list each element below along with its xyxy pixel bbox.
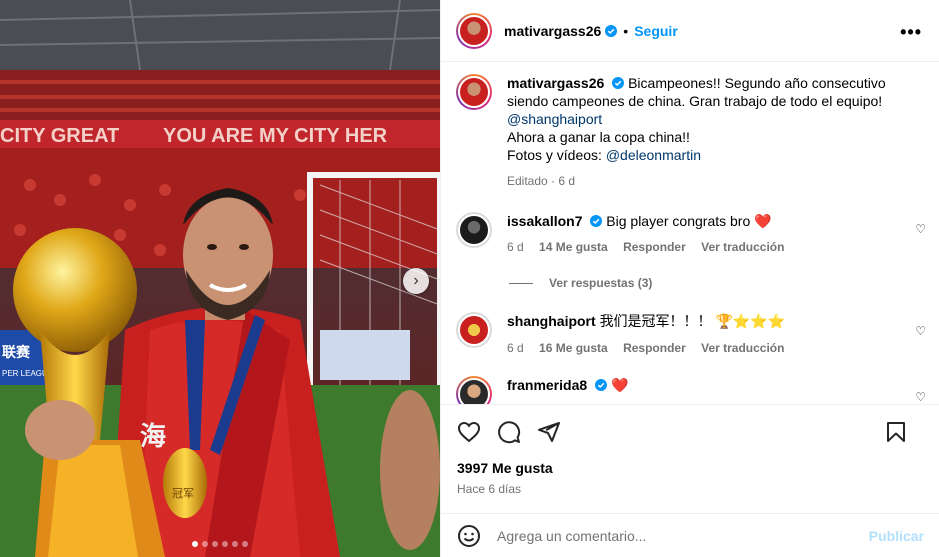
comment-username[interactable]: issakallon7 (507, 213, 583, 229)
next-photo-button[interactable]: › (403, 268, 429, 294)
comment-likes[interactable]: 16 Me gusta (539, 341, 608, 355)
comment-item: franmerida8 ❤️ (456, 376, 926, 404)
jersey-text: 海 (140, 422, 166, 452)
comment-item: shanghaiport 我们是冠军！！！ 🏆⭐⭐⭐ 6 d 16 Me gus… (456, 312, 926, 355)
post-header: mativargass26 • Seguir ••• (441, 0, 939, 62)
carousel-dot[interactable] (232, 541, 238, 547)
instagram-post-modal: CITY GREAT YOU ARE MY CITY HER 联赛 PER LE (0, 0, 939, 557)
commenter-avatar[interactable] (456, 212, 492, 248)
post-caption: mativargass26 Bicampeones!! Segundo año … (456, 74, 907, 190)
verified-badge-icon (595, 379, 608, 391)
verified-badge-icon (612, 77, 625, 89)
caption-username[interactable]: mativargass26 (507, 75, 604, 91)
like-comment-heart-icon[interactable]: ♡ (915, 390, 926, 404)
verified-badge-icon (590, 215, 603, 227)
header-separator: • (623, 22, 629, 39)
comment-text: Big player congrats bro (606, 213, 751, 229)
view-replies-label: Ver respuestas (3) (549, 276, 653, 290)
photo-scene: CITY GREAT YOU ARE MY CITY HER 联赛 PER LE (0, 0, 440, 557)
carousel-dot[interactable] (202, 541, 208, 547)
caption-text: mativargass26 Bicampeones!! Segundo año … (507, 74, 907, 190)
comment-username[interactable]: franmerida8 (507, 377, 587, 393)
replies-divider (509, 282, 533, 284)
banner-left-text: CITY GREAT (0, 125, 119, 147)
publish-button[interactable]: Publicar (869, 528, 924, 544)
view-replies-button[interactable]: Ver respuestas (3) (509, 276, 652, 290)
translate-button[interactable]: Ver traducción (701, 240, 784, 254)
caption-line-3-prefix: Fotos y vídeos: (507, 147, 606, 163)
post-actions-bar (441, 404, 939, 458)
comment-time: 6 d (507, 341, 524, 355)
comment-emoji: ❤️ (754, 213, 772, 229)
follow-button[interactable]: Seguir (634, 23, 678, 39)
post-photo[interactable]: CITY GREAT YOU ARE MY CITY HER 联赛 PER LE (0, 0, 440, 557)
carousel-dot[interactable] (222, 541, 228, 547)
carousel-dot[interactable] (242, 541, 248, 547)
comment-item: issakallon7 Big player congrats bro ❤️ 6… (456, 212, 926, 254)
board-text: 联赛 (2, 344, 31, 361)
commenter-avatar[interactable] (456, 312, 492, 348)
reply-button[interactable]: Responder (623, 240, 686, 254)
comment-emoji: 🏆⭐⭐⭐ (715, 313, 786, 329)
comment-time: 6 d (507, 240, 524, 254)
like-heart-icon[interactable] (457, 420, 481, 444)
carousel-dot[interactable] (212, 541, 218, 547)
likes-count[interactable]: 3997 Me gusta (457, 460, 553, 476)
comment-input[interactable] (497, 527, 857, 544)
commenter-avatar[interactable] (456, 376, 492, 404)
mention-shanghaiport[interactable]: @shanghaiport (507, 111, 602, 127)
medal-text: 冠军 (172, 487, 194, 500)
carousel-dots (0, 541, 440, 547)
share-send-icon[interactable] (537, 420, 561, 444)
carousel-dot[interactable] (192, 541, 198, 547)
mention-deleonmartin[interactable]: @deleonmartin (606, 147, 701, 163)
post-side-panel: mativargass26 • Seguir ••• mativargass26… (440, 0, 939, 557)
save-bookmark-icon[interactable] (884, 420, 908, 444)
caption-line-2: Ahora a ganar la copa china!! (507, 129, 690, 145)
author-username[interactable]: mativargass26 (504, 23, 601, 39)
translate-button[interactable]: Ver traducción (701, 341, 784, 355)
comment-likes[interactable]: 14 Me gusta (539, 240, 608, 254)
comment-emoji: ❤️ (610, 377, 629, 393)
comment-text: 我们是冠军！！！ (599, 314, 712, 330)
add-comment-bar: Publicar (441, 513, 939, 557)
like-comment-heart-icon[interactable]: ♡ (915, 324, 926, 338)
author-avatar[interactable] (456, 12, 492, 49)
comment-username[interactable]: shanghaiport (507, 313, 596, 329)
verified-badge-icon (605, 24, 618, 37)
banner-right-text: YOU ARE MY CITY HER (163, 125, 388, 147)
comments-list[interactable]: mativargass26 Bicampeones!! Segundo año … (441, 62, 939, 404)
posted-time: Hace 6 días (457, 482, 522, 496)
emoji-smile-icon[interactable] (457, 524, 481, 548)
caption-meta: Editado · 6 d (507, 174, 576, 188)
like-comment-heart-icon[interactable]: ♡ (915, 222, 926, 236)
comment-bubble-icon[interactable] (497, 420, 521, 444)
more-options-icon[interactable]: ••• (900, 22, 922, 43)
caption-avatar[interactable] (456, 74, 492, 110)
reply-button[interactable]: Responder (623, 341, 686, 355)
